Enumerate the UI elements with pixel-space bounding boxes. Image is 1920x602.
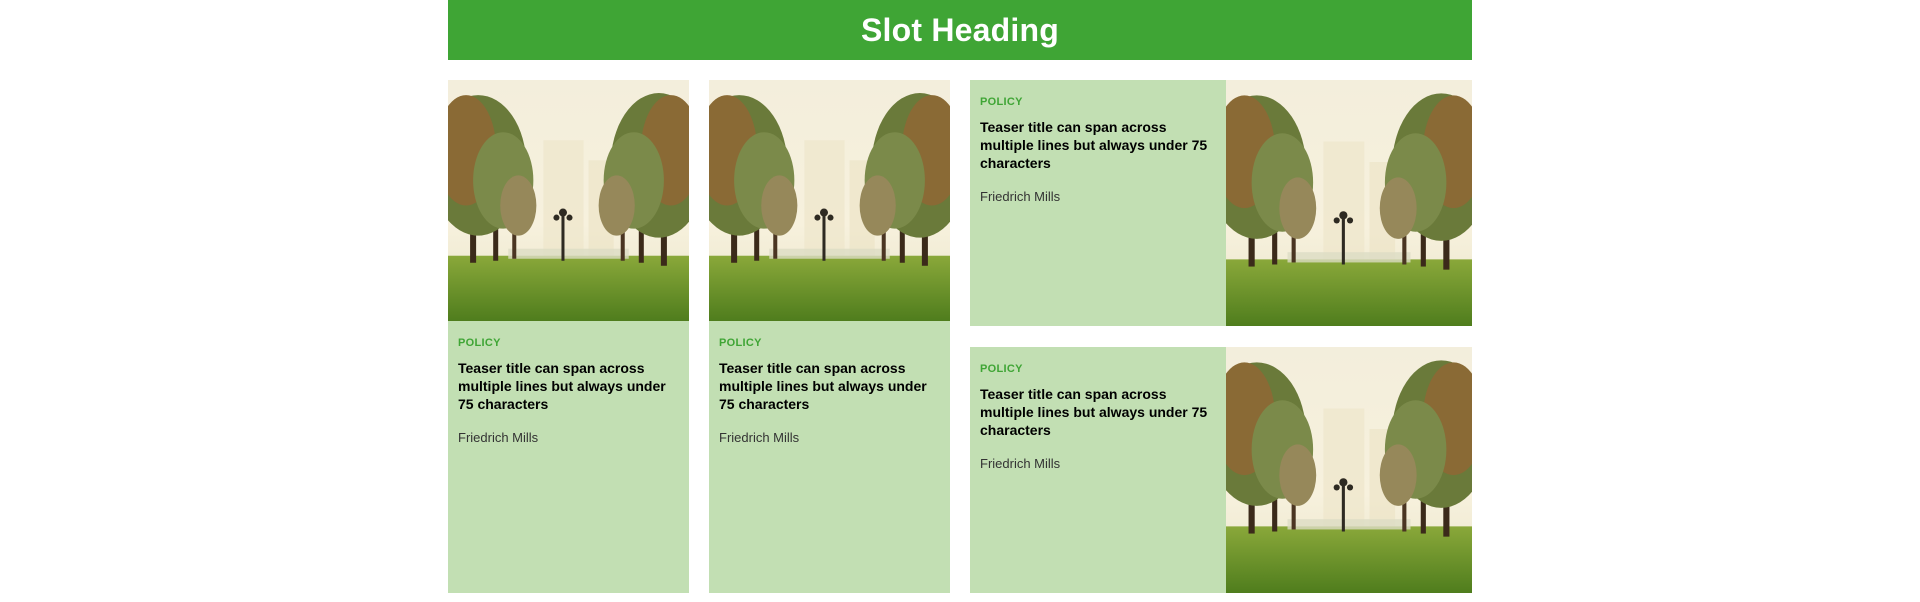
teaser-author[interactable]: Friedrich Mills bbox=[719, 430, 943, 445]
teaser-category[interactable]: POLICY bbox=[980, 363, 1222, 375]
teaser-card[interactable]: POLICY Teaser title can span across mult… bbox=[970, 80, 1472, 326]
teaser-text: POLICY Teaser title can span across mult… bbox=[458, 337, 682, 445]
park-palm-trees-image[interactable] bbox=[1226, 347, 1472, 593]
content-slot: Slot Heading POLICY Teaser title can spa… bbox=[448, 0, 1472, 593]
teaser-title[interactable]: Teaser title can span across multiple li… bbox=[980, 385, 1222, 439]
teaser-author[interactable]: Friedrich Mills bbox=[980, 456, 1222, 471]
teaser-text: POLICY Teaser title can span across mult… bbox=[980, 96, 1222, 204]
teaser-text: POLICY Teaser title can span across mult… bbox=[980, 363, 1222, 471]
park-palm-trees-image[interactable] bbox=[709, 80, 950, 321]
teaser-category[interactable]: POLICY bbox=[458, 337, 682, 349]
teaser-author[interactable]: Friedrich Mills bbox=[458, 430, 682, 445]
teaser-title[interactable]: Teaser title can span across multiple li… bbox=[719, 359, 943, 413]
teaser-author[interactable]: Friedrich Mills bbox=[980, 189, 1222, 204]
teaser-card[interactable]: POLICY Teaser title can span across mult… bbox=[970, 347, 1472, 593]
park-palm-trees-image[interactable] bbox=[448, 80, 689, 321]
slot-heading: Slot Heading bbox=[448, 0, 1472, 60]
teaser-title[interactable]: Teaser title can span across multiple li… bbox=[458, 359, 682, 413]
teaser-text: POLICY Teaser title can span across mult… bbox=[719, 337, 943, 445]
teaser-card[interactable]: POLICY Teaser title can span across mult… bbox=[709, 80, 950, 593]
park-palm-trees-image[interactable] bbox=[1226, 80, 1472, 326]
teaser-card[interactable]: POLICY Teaser title can span across mult… bbox=[448, 80, 689, 593]
teaser-title[interactable]: Teaser title can span across multiple li… bbox=[980, 118, 1222, 172]
teaser-grid: POLICY Teaser title can span across mult… bbox=[448, 80, 1472, 593]
teaser-category[interactable]: POLICY bbox=[980, 96, 1222, 108]
teaser-category[interactable]: POLICY bbox=[719, 337, 943, 349]
